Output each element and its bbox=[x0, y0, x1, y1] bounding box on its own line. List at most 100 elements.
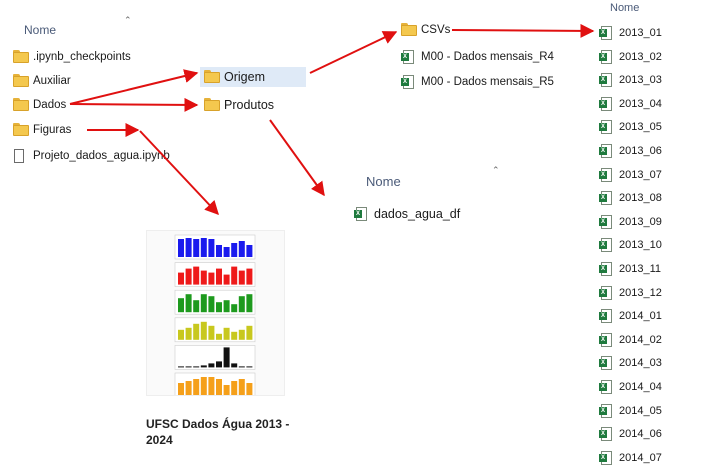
csv-list-item-label: 2013_05 bbox=[619, 121, 662, 134]
csv-list-item[interactable]: X 2013_05 bbox=[599, 117, 662, 137]
thumbnail-image bbox=[174, 234, 256, 398]
csv-list-item[interactable]: X 2013_01 bbox=[599, 23, 662, 43]
thumbnail-bar bbox=[246, 383, 253, 395]
csv-list-item-label: 2014_02 bbox=[619, 333, 662, 346]
thumbnail-bar bbox=[185, 268, 192, 285]
csv-list-item[interactable]: X 2013_07 bbox=[599, 165, 662, 185]
excel-file-icon: X bbox=[599, 144, 615, 158]
list-item-label: Dados bbox=[33, 99, 67, 111]
thumbnail-bar bbox=[193, 323, 200, 340]
thumbnail-bar bbox=[231, 304, 238, 313]
list-item-figuras[interactable]: Figuras bbox=[13, 120, 71, 140]
csv-list-item[interactable]: X 2013_12 bbox=[599, 283, 662, 303]
thumbnail-bar bbox=[208, 377, 215, 395]
thumbnail-bar bbox=[193, 239, 200, 257]
thumbnail-bar bbox=[223, 300, 230, 313]
thumbnail-bar bbox=[200, 365, 207, 368]
folder-icon bbox=[204, 98, 220, 112]
csv-list-item[interactable]: X 2014_05 bbox=[599, 401, 662, 421]
sort-ascending-icon[interactable]: ⌃ bbox=[124, 15, 132, 26]
thumbnail-bar bbox=[231, 266, 238, 285]
list-item-label: CSVs bbox=[421, 24, 451, 36]
list-item-notebook[interactable]: Projeto_dados_agua.ipynb bbox=[13, 146, 170, 166]
thumbnail-bar bbox=[238, 379, 245, 395]
thumbnail-bar bbox=[200, 321, 207, 340]
excel-file-icon: X bbox=[599, 191, 615, 206]
thumbnail-bar bbox=[193, 379, 200, 395]
thumbnail-bar bbox=[238, 366, 245, 368]
list-item-produtos[interactable]: Produtos bbox=[204, 95, 274, 115]
csv-list-item[interactable]: X 2013_09 bbox=[599, 212, 662, 232]
thumbnail-bar bbox=[185, 327, 192, 340]
csv-list-item[interactable]: X 2013_10 bbox=[599, 235, 662, 255]
folder-icon bbox=[13, 98, 29, 112]
thumbnail-panel bbox=[174, 345, 256, 370]
thumbnail-bar bbox=[223, 385, 230, 395]
list-item-csvs[interactable]: CSVs bbox=[401, 20, 450, 40]
thumbnail-bar bbox=[238, 270, 245, 285]
csv-list-item[interactable]: X 2013_08 bbox=[599, 188, 662, 208]
thumbnail-bar bbox=[200, 238, 207, 257]
excel-file-icon: X bbox=[599, 403, 615, 418]
chart-thumbnail[interactable] bbox=[146, 230, 285, 398]
thumbnail-bar bbox=[185, 238, 192, 257]
csv-list-item[interactable]: X 2014_02 bbox=[599, 330, 662, 350]
csv-list-item-label: 2013_03 bbox=[619, 74, 662, 87]
thumbnail-bar bbox=[193, 366, 200, 368]
csv-list-item-label: 2014_06 bbox=[619, 428, 662, 441]
arrow-dados-produtos bbox=[69, 97, 199, 112]
thumbnail-bar bbox=[223, 247, 230, 257]
csv-list-item[interactable]: X 2014_06 bbox=[599, 424, 662, 444]
thumbnail-bar bbox=[216, 361, 222, 368]
folder-icon bbox=[13, 50, 29, 64]
thumbnail-bar bbox=[178, 239, 184, 257]
thumbnail-bar bbox=[208, 239, 215, 257]
excel-file-icon: X bbox=[599, 380, 615, 394]
thumbnail-bar bbox=[246, 268, 253, 285]
excel-file-icon: X bbox=[599, 427, 615, 442]
thumbnail-bar bbox=[231, 381, 238, 395]
csv-list-item[interactable]: X 2013_03 bbox=[599, 70, 662, 90]
excel-file-icon: X bbox=[599, 356, 615, 371]
csv-list-item[interactable]: X 2014_03 bbox=[599, 353, 662, 373]
thumbnail-bar bbox=[178, 329, 184, 340]
list-item-label: Figuras bbox=[33, 124, 72, 136]
produtos-pane-header[interactable]: Nome bbox=[366, 174, 401, 189]
list-item-dados[interactable]: Dados bbox=[13, 95, 66, 115]
thumbnail-bar bbox=[208, 325, 215, 340]
excel-file-icon: X bbox=[599, 262, 615, 276]
csv-list-item-label: 2014_01 bbox=[619, 310, 662, 323]
list-item-ipynb-checkpoints[interactable]: .ipynb_checkpoints bbox=[13, 47, 131, 67]
thumbnail-bar bbox=[178, 366, 184, 368]
csv-list-item[interactable]: X 2013_06 bbox=[599, 141, 662, 161]
thumbnail-bar bbox=[246, 325, 253, 340]
csvs-pane-header[interactable]: Nome bbox=[610, 2, 639, 14]
thumbnail-bar bbox=[223, 327, 230, 340]
csv-list-item[interactable]: X 2013_02 bbox=[599, 47, 662, 67]
excel-file-icon: X bbox=[599, 450, 615, 465]
list-item-origem[interactable]: Origem bbox=[200, 67, 306, 87]
thumbnail-bar bbox=[208, 296, 215, 313]
excel-file-icon: X bbox=[599, 73, 615, 88]
csv-list-item-label: 2013_08 bbox=[619, 192, 662, 205]
thumbnail-bar bbox=[200, 294, 207, 313]
list-item-m00-r5[interactable]: X M00 - Dados mensais_R5 bbox=[401, 72, 554, 92]
csv-list-item-label: 2013_01 bbox=[619, 27, 662, 39]
left-pane-header[interactable]: Nome bbox=[24, 23, 56, 37]
list-item-auxiliar[interactable]: Auxiliar bbox=[13, 71, 71, 91]
list-item-m00-r4[interactable]: X M00 - Dados mensais_R4 bbox=[401, 47, 554, 67]
excel-file-icon: X bbox=[599, 120, 615, 135]
folder-icon bbox=[13, 123, 29, 137]
csv-list-item-label: 2013_07 bbox=[619, 168, 662, 181]
csv-list-item[interactable]: X 2013_11 bbox=[599, 259, 661, 279]
list-item-dados-agua-df[interactable]: X dados_agua_df bbox=[354, 204, 460, 224]
arrow-produtos-dados-agua bbox=[269, 119, 325, 197]
sort-ascending-icon[interactable]: ⌃ bbox=[492, 165, 500, 176]
list-item-label: Origem bbox=[224, 70, 265, 84]
csv-list-item[interactable]: X 2013_04 bbox=[599, 94, 662, 114]
excel-file-icon: X bbox=[599, 167, 615, 182]
arrow-origem-csvs bbox=[309, 31, 398, 74]
thumbnail-bar bbox=[178, 298, 184, 313]
csv-list-item[interactable]: X 2014_01 bbox=[599, 306, 662, 326]
csv-list-item[interactable]: X 2014_04 bbox=[599, 377, 662, 397]
